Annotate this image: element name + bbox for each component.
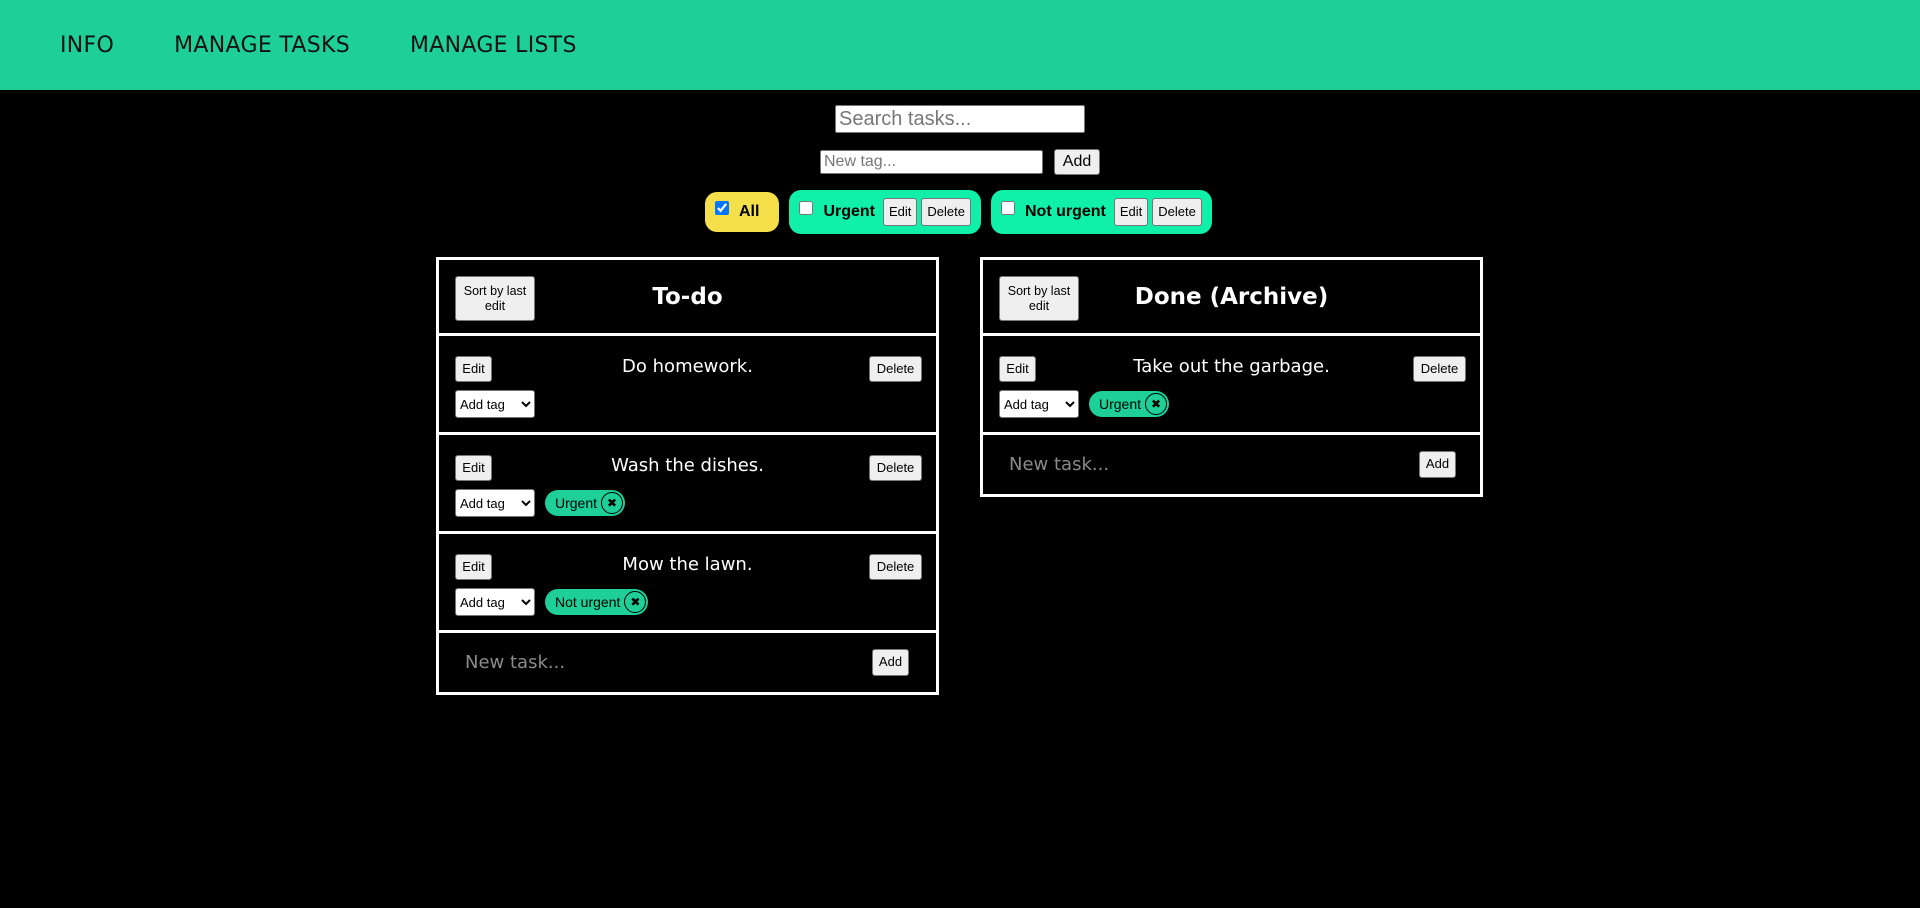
delete-task-button[interactable]: Delete xyxy=(869,554,922,580)
task-item: Edit Wash the dishes. Delete Add tag Urg… xyxy=(439,435,936,534)
task-tag-pill: Urgent ✖ xyxy=(1089,391,1170,417)
add-tag-select[interactable]: Add tag xyxy=(455,588,535,616)
add-task-button[interactable]: Add xyxy=(1419,451,1456,478)
delete-tag-urgent-button[interactable]: Delete xyxy=(921,198,971,226)
task-tag-label: Urgent xyxy=(1099,396,1142,412)
list-title: Done (Archive) xyxy=(1134,284,1329,310)
top-navbar: INFO MANAGE TASKS MANAGE LISTS xyxy=(0,0,1920,90)
new-task-input[interactable] xyxy=(997,449,1297,479)
new-task-row: Add xyxy=(439,633,936,692)
filter-urgent-label: Urgent xyxy=(823,203,876,220)
task-text: Mow the lawn. xyxy=(622,554,753,575)
new-task-row: Add xyxy=(983,435,1480,494)
close-icon[interactable]: ✖ xyxy=(601,492,624,514)
task-text: Take out the garbage. xyxy=(1133,356,1330,377)
todo-list: Sort by last edit To-do Edit Do homework… xyxy=(436,257,939,695)
tag-filter-row: All Urgent Edit Delete Not urgent Edit D… xyxy=(705,190,1222,234)
nav-manage-lists[interactable]: MANAGE LISTS xyxy=(410,33,577,58)
add-tag-button[interactable]: Add xyxy=(1054,149,1100,175)
new-task-input[interactable] xyxy=(453,647,753,677)
filter-all-label: All xyxy=(739,203,760,220)
list-header: Sort by last edit To-do xyxy=(439,260,936,336)
task-item: Edit Do homework. Delete Add tag xyxy=(439,336,936,435)
delete-task-button[interactable]: Delete xyxy=(869,356,922,382)
edit-tag-urgent-button[interactable]: Edit xyxy=(883,198,918,226)
add-tag-select[interactable]: Add tag xyxy=(455,489,535,517)
filter-all-checkbox[interactable] xyxy=(715,201,729,215)
list-title: To-do xyxy=(652,284,723,310)
delete-task-button[interactable]: Delete xyxy=(1413,356,1466,382)
nav-manage-tasks[interactable]: MANAGE TASKS xyxy=(174,33,350,58)
close-icon[interactable]: ✖ xyxy=(1145,393,1168,415)
nav-info[interactable]: INFO xyxy=(60,33,114,58)
task-tag-label: Not urgent xyxy=(555,594,621,610)
filter-chip-not-urgent: Not urgent Edit Delete xyxy=(991,190,1212,234)
search-input[interactable] xyxy=(835,105,1085,133)
delete-tag-not-urgent-button[interactable]: Delete xyxy=(1152,198,1202,226)
task-tag-label: Urgent xyxy=(555,495,598,511)
task-tag-pill: Urgent ✖ xyxy=(545,490,626,516)
task-text: Do homework. xyxy=(622,356,753,377)
add-task-button[interactable]: Add xyxy=(872,649,909,676)
filter-urgent-checkbox[interactable] xyxy=(799,201,814,215)
edit-tag-not-urgent-button[interactable]: Edit xyxy=(1113,198,1149,226)
add-tag-select[interactable]: Add tag xyxy=(455,390,535,418)
task-tag-pill: Not urgent ✖ xyxy=(545,589,649,615)
done-archive-list: Sort by last edit Done (Archive) Edit Ta… xyxy=(980,257,1483,497)
task-text: Wash the dishes. xyxy=(611,455,764,476)
delete-task-button[interactable]: Delete xyxy=(869,455,922,481)
filter-not-urgent-checkbox[interactable] xyxy=(1001,201,1015,215)
add-tag-select[interactable]: Add tag xyxy=(999,390,1079,418)
task-item: Edit Mow the lawn. Delete Add tag Not ur… xyxy=(439,534,936,633)
task-item: Edit Take out the garbage. Delete Add ta… xyxy=(983,336,1480,435)
new-tag-input[interactable] xyxy=(820,150,1043,174)
list-header: Sort by last edit Done (Archive) xyxy=(983,260,1480,336)
filter-chip-urgent: Urgent Edit Delete xyxy=(789,190,981,234)
filter-not-urgent-label: Not urgent xyxy=(1025,203,1106,220)
close-icon[interactable]: ✖ xyxy=(624,591,647,613)
filter-chip-all: All xyxy=(705,192,780,232)
